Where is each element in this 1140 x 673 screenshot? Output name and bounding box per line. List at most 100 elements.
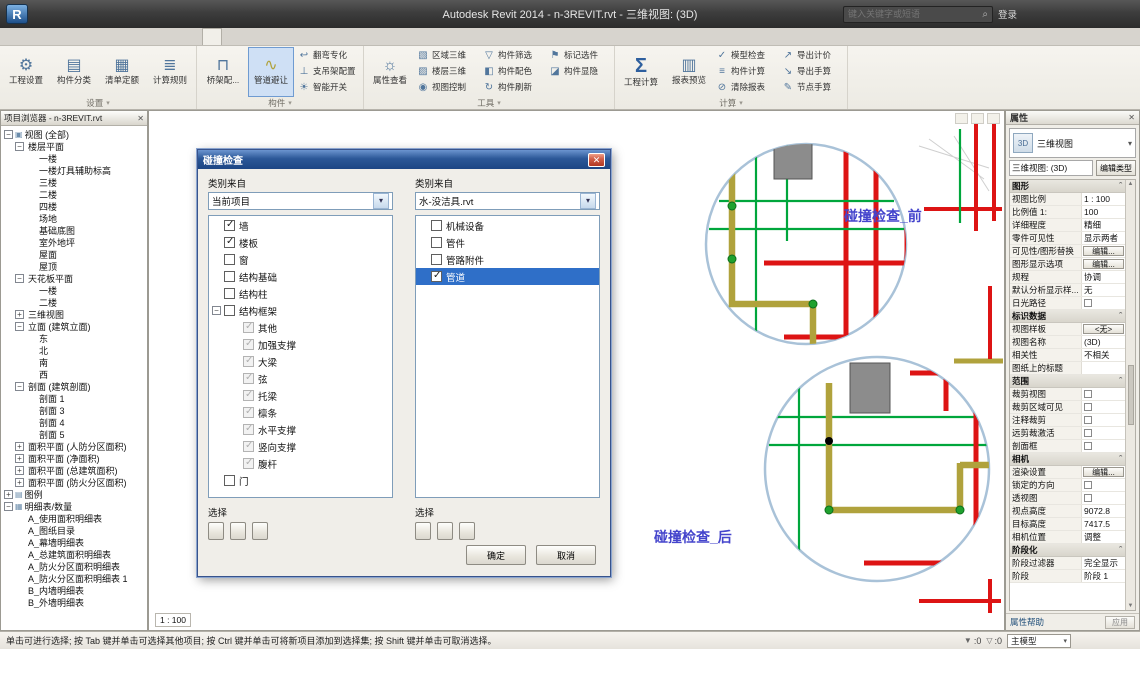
tree-item[interactable]: A_防火分区面积明细表: [1, 560, 147, 572]
category-row[interactable]: 腹杆: [209, 455, 392, 472]
checkbox[interactable]: [243, 322, 254, 333]
properties-header[interactable]: 属性 ✕: [1006, 111, 1139, 125]
tree-item[interactable]: B_外墙明细表: [1, 596, 147, 608]
tree-item[interactable]: ▦ 明细表/数量: [1, 500, 147, 512]
view-scale[interactable]: 1 : 100: [155, 613, 191, 627]
category-row[interactable]: 竖向支撑: [209, 438, 392, 455]
checkbox[interactable]: [243, 424, 254, 435]
tree-item[interactable]: B_内墙明细表: [1, 584, 147, 596]
ribbon-button[interactable]: ◧ 构件配色: [481, 63, 545, 79]
ribbon-button[interactable]: ☼ 属性查看: [367, 47, 413, 97]
ribbon-button[interactable]: ▧ 区域三维: [415, 47, 479, 63]
dialog-titlebar[interactable]: 碰撞检查 ✕: [198, 150, 610, 169]
checkbox[interactable]: [224, 475, 235, 486]
tree-item[interactable]: 立面 (建筑立面): [1, 320, 147, 332]
tree-expander-icon[interactable]: [15, 466, 24, 475]
ribbon-tab[interactable]: [166, 28, 184, 45]
ribbon-button[interactable]: ↘ 导出手算: [780, 63, 844, 79]
ribbon-tab[interactable]: [22, 28, 40, 45]
scrollbar[interactable]: ▲▼: [1125, 180, 1135, 610]
ribbon-button[interactable]: ≡ 构件计算: [714, 63, 778, 79]
tree-item[interactable]: A_幕墙明细表: [1, 536, 147, 548]
selection-button[interactable]: [459, 522, 475, 540]
window-control-button[interactable]: [1078, 7, 1096, 22]
drawing-area[interactable]: 碰撞检查_前 碰撞检查_后 碰撞检查 ✕ 类别来自 当前项目: [148, 110, 1005, 631]
tree-expander-icon[interactable]: [15, 310, 24, 319]
panel-label[interactable]: 构件: [200, 97, 360, 109]
application-menu-button[interactable]: R: [6, 4, 28, 24]
tree-item[interactable]: 剖面 3: [1, 404, 147, 416]
category-row[interactable]: 楼板: [209, 234, 392, 251]
tree-item[interactable]: 剖面 4: [1, 416, 147, 428]
ribbon-button[interactable]: ▽ 构件筛选: [481, 47, 545, 63]
ribbon-button[interactable]: ▥ 报表预览: [666, 47, 712, 97]
tree-item[interactable]: 二楼: [1, 188, 147, 200]
category-row[interactable]: 门: [209, 472, 392, 489]
tree-item[interactable]: 东: [1, 332, 147, 344]
ribbon-tab[interactable]: [4, 28, 22, 45]
tree-item[interactable]: 剖面 1: [1, 392, 147, 404]
checkbox[interactable]: [243, 407, 254, 418]
property-checkbox[interactable]: [1084, 494, 1092, 502]
tree-item[interactable]: A_总建筑面积明细表: [1, 548, 147, 560]
tree-expander-icon[interactable]: [15, 274, 24, 283]
category-row[interactable]: 结构柱: [209, 285, 392, 302]
status-counter[interactable]: ▼ :0: [964, 636, 981, 646]
window-control-button[interactable]: [1097, 7, 1115, 22]
ribbon-button[interactable]: ≣ 计算规则: [147, 47, 193, 97]
ribbon-tab[interactable]: [130, 28, 148, 45]
ribbon-button[interactable]: ▤ 构件分类: [51, 47, 97, 97]
checkbox[interactable]: [243, 458, 254, 469]
apply-button[interactable]: 应用: [1105, 616, 1135, 629]
ribbon-button[interactable]: Σ 工程计算: [618, 47, 664, 97]
tree-item[interactable]: 西: [1, 368, 147, 380]
design-option-select[interactable]: 主模型: [1007, 634, 1071, 648]
tree-item[interactable]: 室外地坪: [1, 236, 147, 248]
tree-item[interactable]: 北: [1, 344, 147, 356]
property-checkbox[interactable]: [1084, 442, 1092, 450]
project-browser-header[interactable]: 项目浏览器 - n-3REVIT.rvt ✕: [1, 111, 147, 126]
ribbon-button[interactable]: ▦ 清单定额: [99, 47, 145, 97]
tree-expander-icon[interactable]: [15, 442, 24, 451]
property-checkbox[interactable]: [1084, 299, 1092, 307]
category-row[interactable]: 结构基础: [209, 268, 392, 285]
scroll-down-icon[interactable]: ▼: [1128, 603, 1134, 609]
panel-label[interactable]: 计算: [618, 97, 844, 109]
ribbon-tab[interactable]: [40, 28, 58, 45]
ribbon-button[interactable]: ↗ 导出计价: [780, 47, 844, 63]
category-row[interactable]: 托梁: [209, 387, 392, 404]
ribbon-button[interactable]: ⊥ 支吊架配置: [296, 63, 360, 79]
ribbon-tab[interactable]: [184, 28, 202, 45]
tree-item[interactable]: 三维视图: [1, 308, 147, 320]
property-checkbox[interactable]: [1084, 481, 1092, 489]
dialog-close-button[interactable]: ✕: [588, 153, 605, 167]
tree-item[interactable]: 二楼: [1, 296, 147, 308]
tree-item[interactable]: 场地: [1, 212, 147, 224]
qat-icon[interactable]: [196, 6, 213, 23]
tree-item[interactable]: 南: [1, 356, 147, 368]
close-icon[interactable]: ✕: [1128, 113, 1135, 122]
qat-icon[interactable]: [214, 6, 231, 23]
category-row[interactable]: 檩条: [209, 404, 392, 421]
selection-button[interactable]: [437, 522, 453, 540]
property-checkbox[interactable]: [1084, 390, 1092, 398]
checkbox[interactable]: [224, 220, 235, 231]
checkbox[interactable]: [243, 441, 254, 452]
close-icon[interactable]: ✕: [137, 114, 144, 123]
category-row[interactable]: 管道: [416, 268, 599, 285]
tree-expander-icon[interactable]: [15, 478, 24, 487]
ribbon-button[interactable]: ▨ 楼层三维: [415, 63, 479, 79]
category-row[interactable]: 弦: [209, 370, 392, 387]
property-checkbox[interactable]: [1084, 403, 1092, 411]
ribbon-button[interactable]: ✎ 节点手算: [780, 79, 844, 95]
source-dropdown-left[interactable]: 当前项目: [208, 192, 393, 210]
category-row[interactable]: 窗: [209, 251, 392, 268]
ribbon-tab[interactable]: [112, 28, 130, 45]
ribbon-button[interactable]: ☀ 智能开关: [296, 79, 360, 95]
qat-icon[interactable]: [124, 6, 141, 23]
ribbon-button[interactable]: ⊘ 清除报表: [714, 79, 778, 95]
qat-icon[interactable]: [106, 6, 123, 23]
checkbox[interactable]: [224, 288, 235, 299]
view-window-control-button[interactable]: [955, 113, 968, 124]
category-row[interactable]: 管路附件: [416, 251, 599, 268]
